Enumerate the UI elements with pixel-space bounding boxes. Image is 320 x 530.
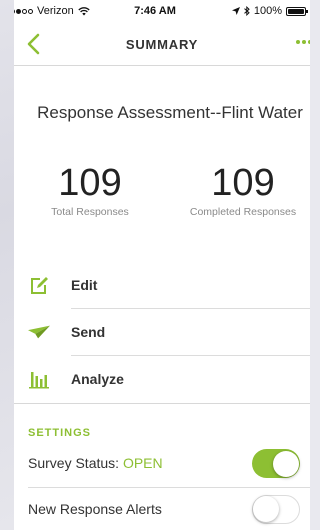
completed-responses-stat: 109 Completed Responses	[188, 162, 298, 219]
analyze-action[interactable]: Analyze	[14, 356, 310, 403]
app-screen: Verizon 7:46 AM 100% SUMMARY Response As…	[14, 0, 310, 530]
battery-icon	[286, 6, 308, 16]
total-responses-count: 109	[58, 162, 122, 204]
location-arrow-icon	[231, 7, 240, 15]
completed-responses-count: 109	[211, 162, 275, 204]
survey-status-text: Survey Status: OPEN	[28, 455, 163, 471]
survey-title: Response Assessment--Flint Water	[37, 103, 303, 122]
paper-plane-icon	[28, 325, 50, 339]
more-options-icon[interactable]	[296, 40, 310, 44]
new-response-alerts-label: New Response Alerts	[28, 501, 162, 517]
bar-chart-icon	[29, 372, 49, 389]
settings-section: SETTINGS Survey Status: OPEN New Respons…	[14, 403, 310, 530]
page-title: SUMMARY	[125, 37, 199, 52]
bluetooth-icon	[244, 6, 250, 16]
toggle-knob	[272, 450, 299, 477]
battery-percent: 100%	[253, 5, 282, 17]
toggle-knob	[253, 496, 279, 522]
edit-action[interactable]: Edit	[14, 262, 310, 309]
send-label: Send	[71, 324, 106, 340]
total-responses-stat: 109 Total Responses	[35, 162, 145, 219]
edit-label: Edit	[71, 277, 98, 293]
survey-status-row: Survey Status: OPEN	[14, 442, 310, 488]
completed-responses-label: Completed Responses	[189, 206, 297, 218]
analyze-label: Analyze	[71, 371, 124, 387]
new-response-alerts-row: New Response Alerts	[14, 488, 310, 530]
background-edge	[0, 0, 14, 530]
survey-status-label: Survey Status:	[28, 455, 120, 471]
status-bar: Verizon 7:46 AM 100%	[14, 0, 310, 22]
new-response-alerts-toggle[interactable]	[252, 495, 300, 524]
settings-header: SETTINGS	[28, 427, 92, 439]
total-responses-label: Total Responses	[51, 206, 129, 218]
survey-status-value: OPEN	[122, 455, 163, 471]
navigation-bar: SUMMARY	[14, 22, 310, 66]
send-action[interactable]: Send	[14, 309, 310, 356]
edit-icon	[31, 277, 48, 294]
survey-status-toggle[interactable]	[252, 449, 300, 478]
status-right: 100%	[231, 5, 308, 17]
